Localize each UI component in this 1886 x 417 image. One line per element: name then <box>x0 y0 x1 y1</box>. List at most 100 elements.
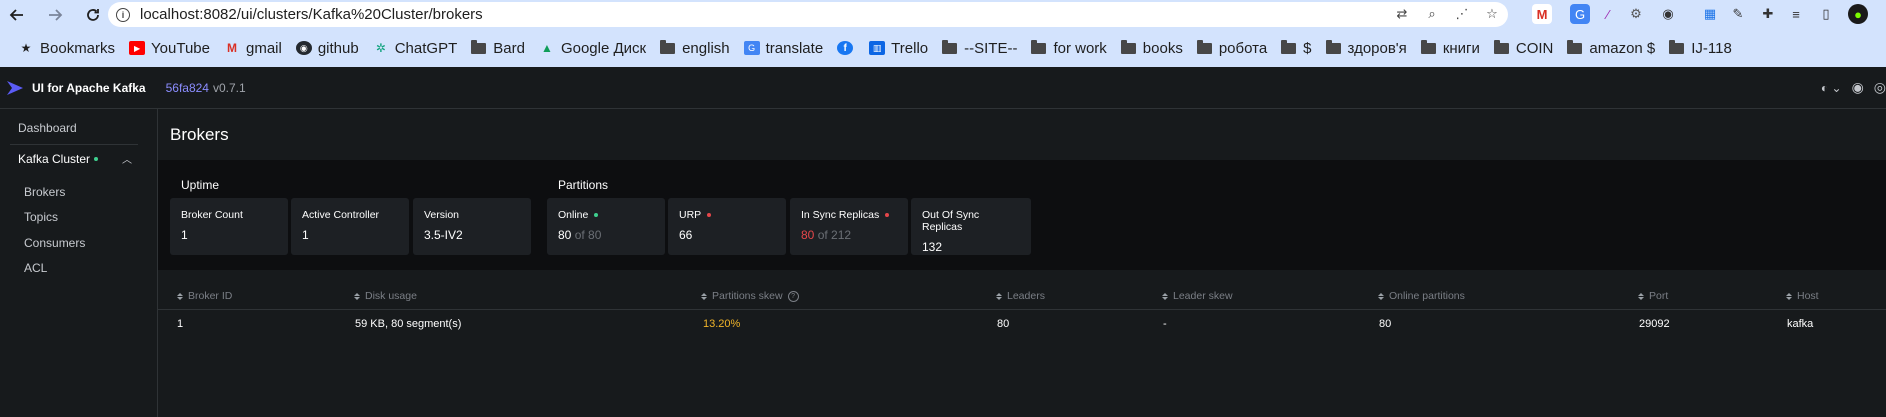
version-hash-link[interactable]: 56fa824 <box>166 81 209 95</box>
pen-extension-icon[interactable]: ∕ <box>1598 4 1618 24</box>
forward-button[interactable] <box>43 3 67 27</box>
bookmark-ij-118[interactable]: IJ-118 <box>1663 35 1740 61</box>
in-sync-status-dot <box>885 213 890 217</box>
column-leader-skew[interactable]: Leader skew <box>1162 290 1233 302</box>
bookmark-site[interactable]: --SITE-- <box>936 35 1025 61</box>
version-card: Version 3.5-IV2 <box>413 198 531 255</box>
bookmark-trello[interactable]: ▥ Trello <box>863 35 936 61</box>
reload-button[interactable] <box>81 3 105 27</box>
sidebar-item-dashboard[interactable]: Dashboard <box>18 121 77 135</box>
online-label: Online <box>558 209 589 221</box>
bookmark-english[interactable]: english <box>654 35 738 61</box>
address-bar[interactable]: i localhost:8082/ui/clusters/Kafka%20Clu… <box>108 2 1508 27</box>
folder-icon <box>1196 39 1212 54</box>
sort-icon <box>177 292 183 300</box>
metrics-panel: Uptime Broker Count 1 Active Controller … <box>158 160 1886 270</box>
chatgpt-icon: ✲ <box>375 41 386 55</box>
zoom-icon[interactable]: ⌕ <box>1424 6 1440 22</box>
partitions-group-label: Partitions <box>558 178 609 192</box>
star-icon: ★ <box>20 41 32 55</box>
kafka-ui-logo-icon[interactable] <box>6 79 24 97</box>
media-controls-icon[interactable]: ≡ <box>1786 4 1806 24</box>
in-sync-replicas-card: In Sync Replicas 80 of 212 <box>790 198 908 255</box>
bookmark-amazon[interactable]: amazon $ <box>1561 35 1663 61</box>
urp-value: 66 <box>679 228 693 242</box>
app-version: v0.7.1 <box>212 80 246 95</box>
bookmark-google-drive[interactable]: ▲ Google Диск <box>533 35 654 61</box>
bookmark-coin[interactable]: COIN <box>1488 35 1562 61</box>
eyedropper-icon[interactable]: ✎ <box>1728 4 1748 24</box>
discord-icon[interactable]: ◎ <box>1874 79 1886 96</box>
site-info-icon[interactable]: i <box>116 7 130 22</box>
extensions-puzzle-icon[interactable]: ✚ <box>1758 4 1778 24</box>
sort-icon <box>701 292 707 300</box>
column-online-partitions[interactable]: Online partitions <box>1378 290 1465 302</box>
profile-avatar[interactable]: ● <box>1848 4 1868 24</box>
sidebar-item-topics[interactable]: Topics <box>24 210 58 224</box>
bookmark-star-icon[interactable]: ☆ <box>1484 6 1500 22</box>
in-sync-label: In Sync Replicas <box>801 209 880 221</box>
sidebar-item-consumers[interactable]: Consumers <box>24 236 85 250</box>
folder-icon <box>1120 39 1136 54</box>
url-text[interactable]: localhost:8082/ui/clusters/Kafka%20Clust… <box>140 6 483 23</box>
facebook-icon: f <box>837 41 854 55</box>
bookmark-books[interactable]: books <box>1115 35 1191 61</box>
bookmark-all[interactable]: ★ Bookmarks <box>12 35 123 61</box>
active-controller-value: 1 <box>302 228 309 242</box>
folder-icon <box>1567 39 1583 54</box>
chevron-up-icon: ︿ <box>122 155 132 166</box>
bookmark-bard[interactable]: Bard <box>465 35 533 61</box>
bookmark-robota[interactable]: робота <box>1191 35 1275 61</box>
gmail-extension-icon[interactable]: M <box>1532 4 1552 24</box>
bookmark-github[interactable]: ◉ github <box>290 35 367 61</box>
sidebar: Dashboard Kafka Cluster ︿ Brokers Topics… <box>0 109 158 417</box>
online-total: of 80 <box>574 228 602 242</box>
folder-icon <box>1669 39 1685 54</box>
column-partitions-skew[interactable]: Partitions skew? <box>701 290 799 302</box>
sort-icon <box>1378 292 1384 300</box>
bookmark-youtube[interactable]: ▶ YouTube <box>123 35 218 61</box>
sidebar-cluster-toggle[interactable]: Kafka Cluster ︿ <box>10 148 138 170</box>
column-broker-id[interactable]: Broker ID <box>177 290 232 302</box>
gmail-icon: M <box>226 41 237 55</box>
translate-extension-icon[interactable]: G <box>1570 4 1590 24</box>
help-icon[interactable]: ? <box>787 290 799 302</box>
app-title[interactable]: UI for Apache Kafka <box>32 81 146 95</box>
cell-leader-skew: - <box>1163 318 1167 330</box>
online-card: Online 80 of 80 <box>547 198 665 255</box>
gear-extension-icon[interactable]: ⚙ <box>1626 4 1646 24</box>
uptime-group-label: Uptime <box>181 178 220 192</box>
bookmark-chatgpt[interactable]: ✲ ChatGPT <box>367 35 466 61</box>
sort-icon <box>1786 292 1792 300</box>
column-disk-usage[interactable]: Disk usage <box>354 290 417 302</box>
share-icon[interactable]: ⋰ <box>1454 6 1470 22</box>
side-panel-icon[interactable]: ▯ <box>1816 4 1836 24</box>
sidebar-item-acl[interactable]: ACL <box>24 261 47 275</box>
translate-page-icon[interactable]: ⇄ <box>1394 6 1410 22</box>
online-status-dot <box>594 213 599 217</box>
urp-label: URP <box>679 209 702 221</box>
bookmark-dollar[interactable]: $ <box>1275 35 1319 61</box>
bookmark-facebook[interactable]: f <box>831 35 863 61</box>
column-host[interactable]: Host <box>1786 290 1819 302</box>
broker-count-value: 1 <box>181 228 188 242</box>
bookmark-gmail[interactable]: Mgmail <box>218 35 290 61</box>
app-header: UI for Apache Kafka 56fa824 v0.7.1 ◐ ⌄ ◉… <box>0 67 1886 109</box>
column-leaders[interactable]: Leaders <box>996 290 1045 302</box>
owl-extension-icon[interactable]: ◉ <box>1658 4 1678 24</box>
github-icon[interactable]: ◉ <box>1852 79 1864 96</box>
bookmark-translate[interactable]: Gtranslate <box>738 35 832 61</box>
sort-icon <box>996 292 1002 300</box>
theme-toggle-icon[interactable]: ◐ ⌄ <box>1821 81 1842 95</box>
sidebar-item-brokers[interactable]: Brokers <box>24 185 65 199</box>
in-sync-value: 80 <box>801 228 815 242</box>
cell-broker-id[interactable]: 1 <box>177 310 183 338</box>
arrow-left-icon <box>9 8 23 21</box>
cell-online-partitions: 80 <box>1379 318 1392 330</box>
column-port[interactable]: Port <box>1638 290 1668 302</box>
calendar-extension-icon[interactable]: ▦ <box>1700 4 1720 24</box>
bookmark-knyhy[interactable]: книги <box>1415 35 1488 61</box>
back-button[interactable] <box>5 3 29 27</box>
bookmark-for-work[interactable]: for work <box>1025 35 1114 61</box>
bookmark-health[interactable]: здоров'я <box>1320 35 1415 61</box>
